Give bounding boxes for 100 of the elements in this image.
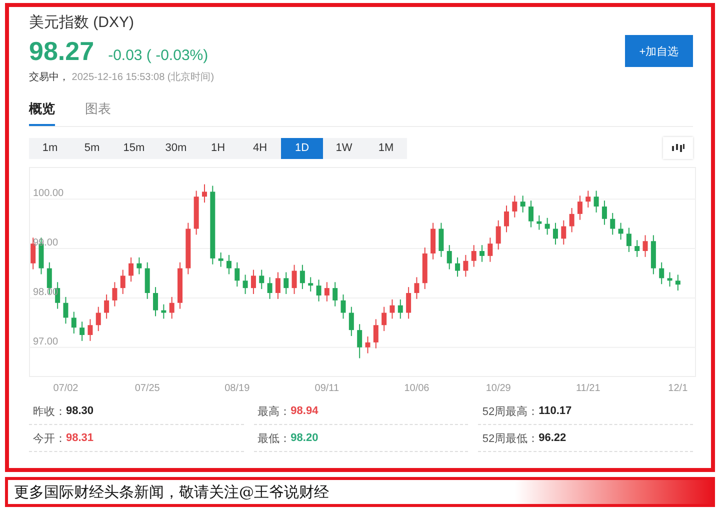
candle: [577, 195, 582, 220]
candle: [275, 272, 280, 300]
candle: [169, 296, 174, 320]
tab[interactable]: 图表: [85, 100, 111, 126]
candle: [300, 264, 305, 290]
y-axis-label: 97.00: [33, 336, 58, 348]
candle: [194, 190, 199, 236]
candle: [438, 222, 444, 258]
stat-label: 52周最低：: [482, 432, 539, 446]
candle: [667, 272, 672, 288]
candle: [218, 252, 224, 268]
x-axis-label: 12/1: [668, 383, 688, 394]
candle: [250, 269, 256, 294]
stat-value: 98.20: [290, 432, 318, 444]
candle: [153, 286, 158, 317]
candle: [373, 318, 378, 349]
candle: [602, 200, 607, 226]
index-title: 美元指数 (DXY): [29, 13, 135, 32]
period-button[interactable]: 15m: [113, 138, 155, 158]
x-axis-label: 07/02: [53, 383, 78, 394]
candle: [414, 276, 420, 300]
y-axis-label: 100.00: [33, 188, 64, 200]
candle: [340, 294, 346, 320]
candle: [128, 256, 134, 282]
candle: [642, 234, 648, 258]
chart-type-button[interactable]: [663, 137, 693, 159]
trading-status: 交易中，: [29, 72, 69, 83]
x-axis-label: 10/06: [404, 383, 430, 394]
candle: [226, 254, 232, 275]
candle: [161, 304, 166, 320]
add-watchlist-button[interactable]: +加自选: [625, 35, 693, 67]
candle: [480, 244, 485, 262]
stat-value: 98.94: [290, 405, 318, 417]
candlestick-icon: [671, 143, 685, 153]
candle: [586, 190, 591, 208]
candle: [88, 318, 93, 342]
candle: [561, 220, 566, 246]
period-button[interactable]: 1m: [29, 138, 71, 158]
candle: [471, 244, 476, 268]
candle: [569, 208, 574, 233]
candle: [80, 321, 85, 342]
candle: [308, 276, 314, 292]
timestamp: 2025-12-16 15:53:08 (北京时间): [72, 72, 214, 83]
candle: [332, 282, 338, 307]
candle: [528, 200, 534, 228]
x-axis-label: 07/25: [134, 383, 160, 394]
candle: [659, 262, 664, 285]
candle: [634, 240, 640, 258]
candle: [348, 306, 354, 336]
candle: [284, 272, 289, 294]
candle: [455, 256, 460, 278]
stat-value: 98.30: [66, 405, 94, 417]
candle: [316, 279, 322, 302]
candle: [136, 256, 142, 275]
period-button[interactable]: 1W: [323, 138, 365, 158]
period-button[interactable]: 5m: [71, 138, 113, 158]
candle: [357, 324, 362, 359]
candle: [104, 294, 110, 320]
candle: [496, 220, 501, 250]
candle: [406, 286, 412, 320]
candle: [63, 296, 68, 324]
candle: [292, 264, 297, 294]
stat-label: 最高：: [258, 404, 291, 418]
candle: [71, 311, 76, 334]
candle: [594, 190, 599, 213]
price: 98.27: [29, 36, 94, 67]
stat-label: 今开：: [33, 432, 66, 446]
candle: [267, 276, 272, 300]
period-button[interactable]: 4H: [239, 138, 281, 158]
stat-label: 昨收：: [33, 404, 66, 418]
candle: [618, 222, 624, 240]
candle: [144, 262, 150, 300]
candle: [544, 217, 550, 236]
candle: [242, 274, 248, 294]
candle: [112, 282, 118, 307]
candle: [422, 247, 428, 290]
candle: [446, 244, 452, 270]
candle: [96, 306, 101, 332]
period-button[interactable]: 1D: [281, 138, 323, 158]
candle: [463, 254, 468, 278]
period-button[interactable]: 1H: [197, 138, 239, 158]
candle: [382, 306, 387, 332]
candle: [675, 274, 680, 292]
candle: [650, 234, 656, 275]
candle: [324, 282, 330, 302]
candle: [202, 184, 207, 204]
candle: [610, 212, 616, 236]
candle: [430, 222, 436, 260]
candle: [626, 227, 632, 252]
price-change: -0.03 ( -0.03%): [108, 47, 208, 64]
tab[interactable]: 概览: [29, 100, 55, 126]
candle: [259, 269, 264, 290]
period-button[interactable]: 1M: [365, 138, 407, 158]
candle: [398, 298, 403, 320]
period-button[interactable]: 30m: [155, 138, 197, 158]
caption-banner: 更多国际财经头条新闻，敬请关注@王爷说财经: [5, 477, 715, 507]
candle: [552, 222, 558, 246]
candle: [512, 195, 518, 218]
candle: [520, 195, 526, 213]
candle: [234, 262, 240, 288]
